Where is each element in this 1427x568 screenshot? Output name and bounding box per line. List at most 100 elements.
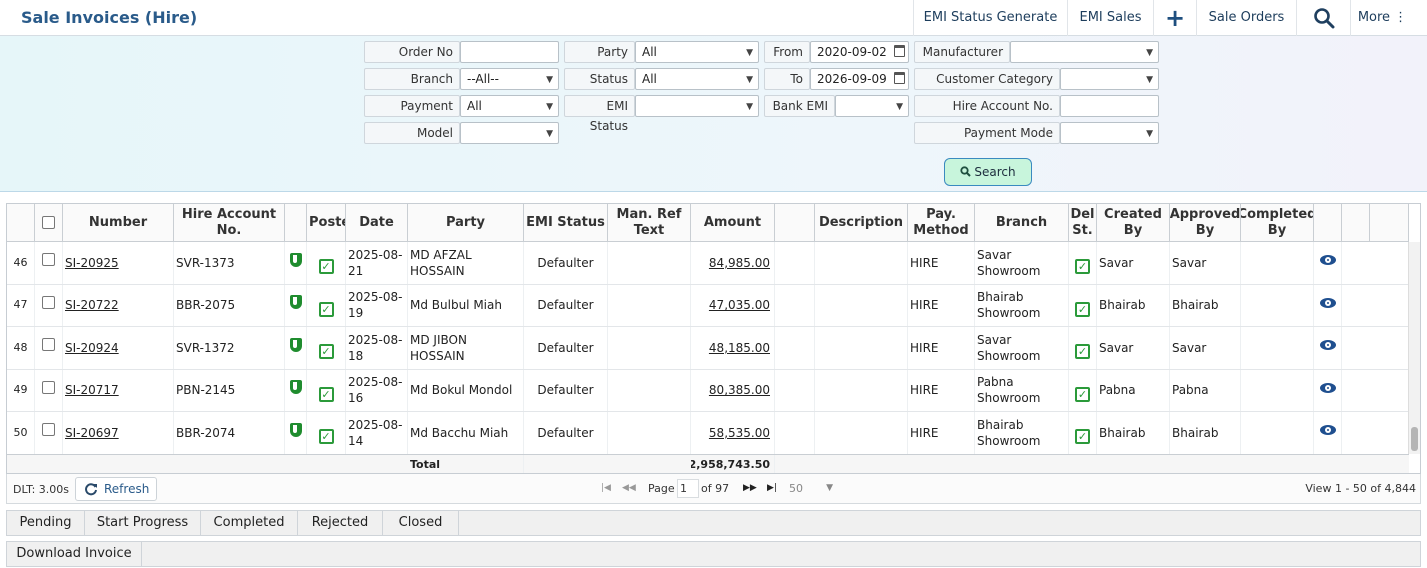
header-pay-method[interactable]: Pay. Method xyxy=(908,204,975,242)
calendar-icon[interactable] xyxy=(894,72,905,84)
eye-icon[interactable] xyxy=(1319,382,1336,393)
completed-by-cell xyxy=(1241,412,1314,454)
party-select[interactable]: All ▼ xyxy=(635,41,759,63)
row-select-cell xyxy=(35,327,63,369)
header-number[interactable]: Number xyxy=(63,204,174,242)
header-action xyxy=(1314,204,1342,242)
header-description[interactable]: Description xyxy=(815,204,908,242)
from-date-input[interactable]: 2020-09-02 xyxy=(810,41,909,63)
completed-by-cell xyxy=(1241,327,1314,369)
branch-cell: Savar Showroom xyxy=(975,327,1069,369)
tab-rejected[interactable]: Rejected xyxy=(298,511,383,535)
row-checkbox[interactable] xyxy=(42,423,55,436)
amount-link[interactable]: 48,185.00 xyxy=(709,340,770,356)
search-toggle-button[interactable] xyxy=(1296,0,1350,36)
shield-icon xyxy=(289,252,302,267)
row-checkbox[interactable] xyxy=(42,338,55,351)
to-date-input[interactable]: 2026-09-09 xyxy=(810,68,909,90)
emi-status-generate-link[interactable]: EMI Status Generate xyxy=(913,0,1067,36)
table-row[interactable]: 47 SI-20722 BBR-2075 ✓ 2025-08-19 Md Bulbul M… xyxy=(7,284,1409,327)
header-hire-account[interactable]: Hire Account No. xyxy=(174,204,285,242)
invoice-number-link[interactable]: SI-20722 xyxy=(65,297,119,313)
header-posted[interactable]: Posted xyxy=(307,204,346,242)
search-icon xyxy=(960,166,972,177)
scrollbar-thumb[interactable] xyxy=(1411,427,1418,451)
header-del-st[interactable]: Del St. xyxy=(1069,204,1097,242)
header-approved-by[interactable]: Approved By xyxy=(1170,204,1241,242)
table-row[interactable]: 50 SI-20697 BBR-2074 ✓ 2025-08-14 Md Bacchu M… xyxy=(7,412,1409,455)
table-row[interactable]: 49 SI-20717 PBN-2145 ✓ 2025-08-16 Md Bokul Mo… xyxy=(7,369,1409,412)
model-select[interactable]: ▼ xyxy=(460,122,559,144)
more-menu[interactable]: More ⋮ xyxy=(1350,0,1414,36)
payment-label: Payment xyxy=(364,95,460,117)
header-date[interactable]: Date xyxy=(346,204,408,242)
bank-emi-select[interactable]: ▼ xyxy=(835,95,909,117)
branch-select[interactable]: --All-- ▼ xyxy=(460,68,559,90)
page-input[interactable]: 1 xyxy=(677,479,699,498)
shield-cell xyxy=(285,242,307,284)
amount-link[interactable]: 80,385.00 xyxy=(709,382,770,398)
customer-category-select[interactable]: ▼ xyxy=(1060,68,1159,90)
search-button[interactable]: Search xyxy=(944,158,1032,186)
tab-start-progress[interactable]: Start Progress xyxy=(85,511,201,535)
payment-mode-select[interactable]: ▼ xyxy=(1060,122,1159,144)
eye-icon[interactable] xyxy=(1319,340,1336,350)
invoice-number-link[interactable]: SI-20717 xyxy=(65,382,119,398)
header-created-by[interactable]: Created By xyxy=(1097,204,1170,242)
eye-icon[interactable] xyxy=(1319,297,1336,308)
vertical-scrollbar[interactable] xyxy=(1408,242,1420,454)
download-invoice-button[interactable]: Download Invoice xyxy=(7,542,142,566)
add-button[interactable]: + xyxy=(1153,0,1196,36)
payment-select[interactable]: All ▼ xyxy=(460,95,559,117)
blank-cell xyxy=(775,412,815,454)
row-checkbox[interactable] xyxy=(42,253,55,266)
description-cell xyxy=(815,284,908,326)
calendar-icon[interactable] xyxy=(894,45,905,57)
plus-icon: + xyxy=(1164,4,1186,32)
header-amount[interactable]: Amount xyxy=(691,204,775,242)
pager-bar: DLT: 3.00s Refresh |◀ ◀◀ Page 1 of 97 ▶▶… xyxy=(6,474,1421,504)
date-cell: 2025-08-14 xyxy=(346,412,408,454)
refresh-button[interactable]: Refresh xyxy=(75,477,157,501)
tab-completed[interactable]: Completed xyxy=(201,511,298,535)
row-checkbox[interactable] xyxy=(42,380,55,394)
row-select-cell xyxy=(35,412,63,454)
hire-account-cell: BBR-2075 xyxy=(174,284,285,326)
header-party[interactable]: Party xyxy=(408,204,524,242)
table-row[interactable]: 48 SI-20924 SVR-1372 ✓ 2025-08-18 MD JIBON HO… xyxy=(7,327,1409,370)
tab-pending[interactable]: Pending xyxy=(7,511,85,535)
eye-icon[interactable] xyxy=(1319,255,1336,265)
header-man-ref[interactable]: Man. Ref Text xyxy=(608,204,691,242)
next-page-icon[interactable]: ▶▶ xyxy=(743,483,757,493)
select-all-checkbox[interactable] xyxy=(42,216,55,229)
header-completed-by[interactable]: Completed By xyxy=(1241,204,1314,242)
order-no-input[interactable] xyxy=(460,41,559,63)
blank-cell xyxy=(775,242,815,284)
eye-icon[interactable] xyxy=(1319,425,1336,435)
row-checkbox[interactable] xyxy=(42,295,55,309)
per-page-select[interactable]: 50 ▼ xyxy=(785,479,835,498)
amount-link[interactable]: 47,035.00 xyxy=(709,297,770,313)
last-page-icon[interactable]: ▶| xyxy=(767,483,777,493)
first-page-icon[interactable]: |◀ xyxy=(601,483,611,493)
amount-link[interactable]: 84,985.00 xyxy=(709,255,770,271)
invoice-number-link[interactable]: SI-20924 xyxy=(65,340,119,356)
emi-status-select[interactable]: ▼ xyxy=(635,95,759,117)
invoice-number-link[interactable]: SI-20697 xyxy=(65,425,119,441)
from-label: From xyxy=(764,41,810,63)
emi-sales-link[interactable]: EMI Sales xyxy=(1067,0,1153,36)
payment-mode-label: Payment Mode xyxy=(914,122,1060,144)
row-number: 46 xyxy=(7,242,35,284)
sale-orders-link[interactable]: Sale Orders xyxy=(1196,0,1296,36)
prev-page-icon[interactable]: ◀◀ xyxy=(622,483,636,493)
invoice-number-link[interactable]: SI-20925 xyxy=(65,255,119,271)
status-select[interactable]: All ▼ xyxy=(635,68,759,90)
tab-closed[interactable]: Closed xyxy=(383,511,459,535)
header-emi-status[interactable]: EMI Status xyxy=(524,204,608,242)
amount-link[interactable]: 58,535.00 xyxy=(709,425,770,441)
hire-account-no-input[interactable] xyxy=(1060,95,1159,117)
header-branch[interactable]: Branch xyxy=(975,204,1069,242)
manufacturer-select[interactable]: ▼ xyxy=(1010,41,1159,63)
chevron-down-icon: ▼ xyxy=(546,129,553,139)
table-row[interactable]: 46 SI-20925 SVR-1373 ✓ 2025-08-21 MD AFZAL HO… xyxy=(7,242,1409,285)
